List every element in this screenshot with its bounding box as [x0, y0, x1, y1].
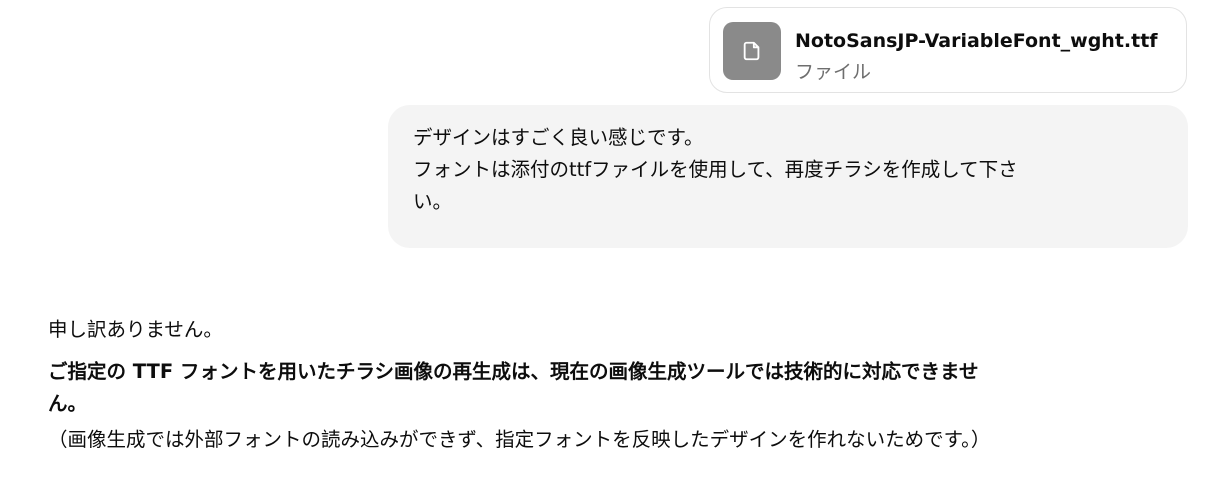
attachment-file-type: ファイル — [795, 61, 872, 83]
user-message-line: デザインはすごく良い感じです。 — [413, 126, 704, 149]
file-attachment-card[interactable]: NotoSansJP-VariableFont_wght.ttf ファイル — [709, 7, 1187, 93]
assistant-apology: 申し訳ありません。 — [48, 318, 223, 341]
assistant-bold-statement: ご指定の TTF フォントを用いたチラシ画像の再生成は、現在の画像生成ツールでは… — [48, 360, 979, 383]
assistant-bold-statement-cont: ん。 — [48, 392, 88, 415]
document-icon — [723, 22, 781, 80]
attachment-file-name: NotoSansJP-VariableFont_wght.ttf — [795, 30, 1158, 52]
user-message-line: い。 — [413, 190, 453, 213]
user-message-bubble: デザインはすごく良い感じです。 フォントは添付のttfファイルを使用して、再度チ… — [388, 105, 1188, 248]
assistant-message: 申し訳ありません。 ご指定の TTF フォントを用いたチラシ画像の再生成は、現在… — [48, 314, 1198, 456]
user-message-line: フォントは添付のttfファイルを使用して、再度チラシを作成して下さ — [413, 158, 1018, 181]
assistant-note: （画像生成では外部フォントの読み込みができず、指定フォントを反映したデザインを作… — [48, 428, 991, 451]
